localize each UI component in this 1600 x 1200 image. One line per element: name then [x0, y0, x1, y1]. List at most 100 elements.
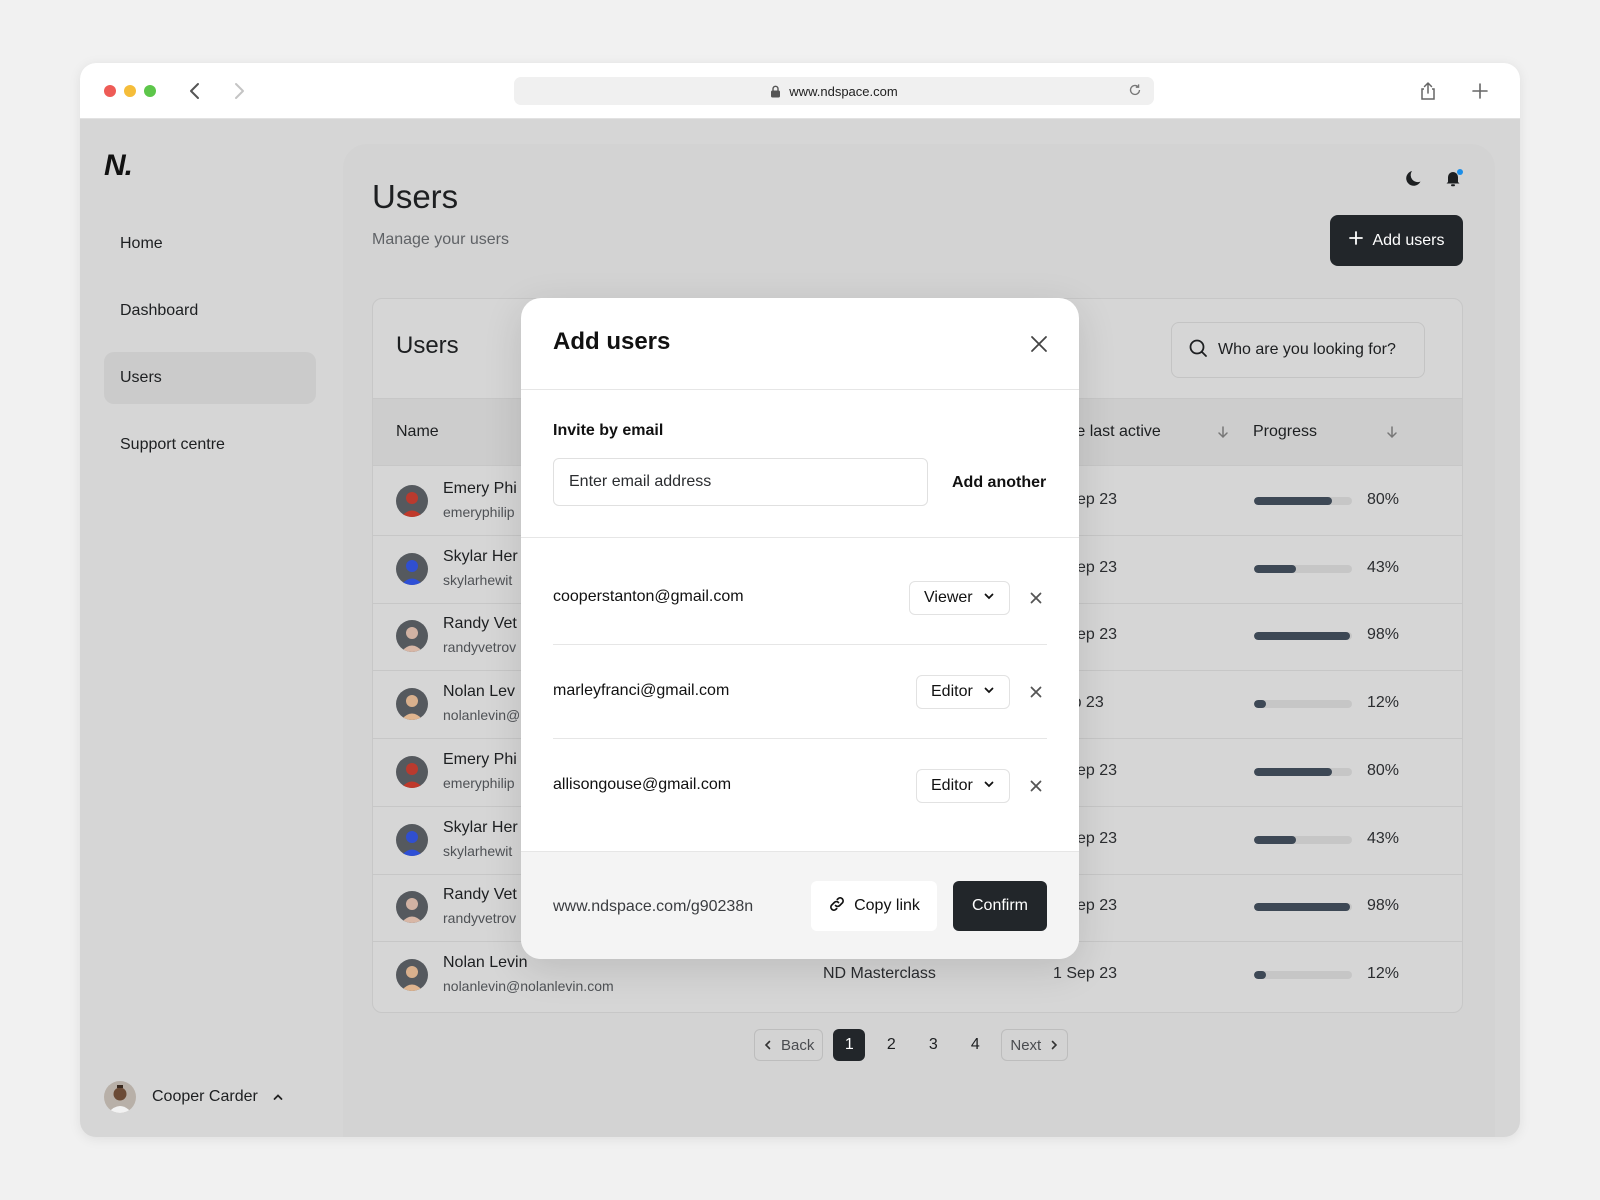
- page-subtitle: Manage your users: [372, 231, 509, 248]
- copy-link-button[interactable]: Copy link: [811, 881, 937, 931]
- user-name: Randy Vet: [443, 615, 517, 633]
- divider: [521, 537, 1079, 538]
- avatar: [396, 620, 428, 653]
- page-number-1[interactable]: 1: [833, 1029, 866, 1061]
- back-arrow-icon[interactable]: [183, 79, 207, 103]
- progress-percent: 80%: [1366, 491, 1399, 508]
- sidebar-item-support-centre[interactable]: Support centre: [104, 419, 316, 471]
- avatar: [396, 552, 428, 585]
- add-another-button[interactable]: Add another: [952, 474, 1046, 492]
- address-bar[interactable]: www.ndspace.com: [514, 77, 1154, 105]
- share-icon[interactable]: [1416, 79, 1440, 103]
- progress-percent: 43%: [1366, 829, 1399, 847]
- search-icon: [1188, 338, 1208, 363]
- page-number-3[interactable]: 3: [917, 1029, 949, 1061]
- search-input[interactable]: Who are you looking for?: [1171, 322, 1425, 378]
- profile-name: Cooper Carder: [152, 1088, 258, 1105]
- pagination-next-button[interactable]: Next: [1001, 1029, 1069, 1061]
- sidebar-item-home[interactable]: Home: [104, 218, 316, 270]
- sidebar-item-users[interactable]: Users: [104, 352, 316, 404]
- avatar: [396, 485, 428, 517]
- modal-title: Add users: [553, 328, 671, 355]
- progress-bar-fill: [1254, 835, 1297, 844]
- invite-row: marleyfranci@gmail.com Editor: [553, 645, 1047, 739]
- page-title: Users: [372, 178, 459, 215]
- progress-bar-fill: [1254, 632, 1351, 641]
- invite-by-email-label: Invite by email: [553, 422, 664, 439]
- progress-bar-fill: [1254, 564, 1297, 573]
- chevron-right-icon: [1049, 1037, 1059, 1054]
- column-header-progress[interactable]: Progress: [1253, 423, 1317, 441]
- confirm-button[interactable]: Confirm: [953, 881, 1047, 931]
- progress-bar: [1254, 903, 1352, 912]
- column-header-name[interactable]: Name: [396, 423, 439, 441]
- profile-menu[interactable]: Cooper Carder: [104, 1081, 284, 1113]
- progress-bar-fill: [1254, 903, 1351, 912]
- user-email: skylarhewit: [443, 571, 513, 588]
- new-tab-icon[interactable]: [1468, 79, 1492, 103]
- moon-icon[interactable]: [1403, 166, 1427, 190]
- avatar: [396, 891, 428, 924]
- chevron-left-icon: [763, 1037, 773, 1054]
- url-text: www.ndspace.com: [789, 83, 898, 99]
- sort-arrow-down-icon[interactable]: [1216, 425, 1230, 444]
- remove-invite-icon[interactable]: [1027, 589, 1045, 607]
- progress-bar: [1254, 497, 1352, 505]
- user-email: nolanlevin@nolanlevin.com: [443, 977, 614, 994]
- invite-email: cooperstanton@gmail.com: [553, 588, 744, 605]
- divider: [521, 389, 1079, 390]
- sort-arrow-down-icon[interactable]: [1385, 425, 1399, 444]
- progress-percent: 98%: [1366, 897, 1399, 915]
- progress-bar: [1254, 835, 1352, 844]
- progress-percent: 98%: [1366, 626, 1399, 644]
- sidebar-item-dashboard[interactable]: Dashboard: [104, 285, 316, 337]
- user-name: Nolan Levin: [443, 953, 528, 971]
- notification-badge: [1457, 169, 1463, 175]
- bell-icon[interactable]: [1441, 166, 1465, 190]
- lock-icon: [770, 85, 781, 98]
- role-select[interactable]: Editor: [916, 675, 1010, 709]
- invite-email: marleyfranci@gmail.com: [553, 682, 730, 699]
- progress-bar: [1254, 767, 1352, 776]
- role-select[interactable]: Viewer: [909, 581, 1010, 615]
- user-course: ND Masterclass: [823, 964, 936, 982]
- forward-arrow-icon[interactable]: [227, 79, 251, 103]
- pagination-back-button[interactable]: Back: [754, 1029, 824, 1061]
- link-icon: [828, 895, 846, 918]
- user-email: randyvetrov: [443, 639, 517, 656]
- pagination: Back 1 2 3 4 Next: [754, 1029, 1069, 1061]
- next-label: Next: [1010, 1036, 1042, 1054]
- plus-icon: [1348, 230, 1364, 251]
- role-select[interactable]: Editor: [916, 769, 1010, 803]
- add-users-button[interactable]: Add users: [1330, 215, 1463, 266]
- user-name: Emery Phi: [443, 480, 517, 497]
- reload-icon[interactable]: [1128, 83, 1142, 100]
- email-field[interactable]: [553, 458, 928, 506]
- user-email: emeryphilip: [443, 774, 515, 791]
- progress-bar-fill: [1254, 497, 1333, 505]
- remove-invite-icon[interactable]: [1027, 777, 1045, 795]
- remove-invite-icon[interactable]: [1027, 683, 1045, 701]
- progress-bar-fill: [1254, 970, 1266, 979]
- date-last-active: 1 Sep 23: [1053, 964, 1118, 982]
- page-number-4[interactable]: 4: [959, 1029, 991, 1061]
- search-placeholder: Who are you looking for?: [1218, 341, 1396, 358]
- progress-bar: [1254, 564, 1352, 573]
- sidebar-item-label: Users: [120, 369, 162, 386]
- avatar: [396, 823, 428, 856]
- brand-logo[interactable]: N.: [104, 149, 133, 183]
- progress-percent: 43%: [1366, 558, 1399, 576]
- modal-footer: www.ndspace.com/g90238n Copy link Confir…: [521, 851, 1079, 959]
- role-value: Viewer: [924, 589, 973, 606]
- close-icon[interactable]: [1029, 334, 1049, 354]
- browser-toolbar: www.ndspace.com: [80, 63, 1520, 119]
- progress-bar: [1254, 632, 1352, 641]
- sidebar-item-label: Dashboard: [120, 302, 199, 319]
- page-number-2[interactable]: 2: [875, 1029, 907, 1061]
- minimize-window-button[interactable]: [124, 85, 136, 97]
- chevron-down-icon: [983, 683, 995, 701]
- progress-percent: 12%: [1366, 964, 1399, 982]
- maximize-window-button[interactable]: [144, 85, 156, 97]
- role-value: Editor: [931, 683, 973, 700]
- close-window-button[interactable]: [104, 85, 116, 97]
